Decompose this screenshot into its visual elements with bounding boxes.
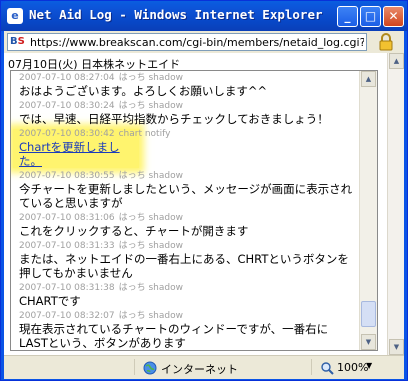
log-entry-timestamp: 2007-07-10 08:32:07 [19,311,115,321]
log-entry-meta: 2007-07-10 08:30:42 chart notify [19,129,170,140]
title-bar[interactable]: e Net Aid Log - Windows Internet Explore… [1,1,407,31]
log-entry-meta: 2007-07-10 08:27:04 はっち shadow [19,73,355,84]
log-entry-author: chart notify [118,129,171,139]
page-scrollbar[interactable]: ▲ ▼ [387,53,404,355]
log-entry: 2007-07-10 08:31:38 はっち shadow CHARTです [19,283,355,308]
log-entry-message: CHARTです [19,294,81,308]
page-scroll-up-icon[interactable]: ▲ [389,53,404,69]
log-entry-timestamp: 2007-07-10 08:27:04 [19,73,115,83]
log-entry-author: はっち shadow [118,241,183,251]
log-entry-message: 現在表示されているチャートのウィンドーですが、一番右にLASTという、ボタンがあ… [19,322,329,350]
log-entry-author: はっち shadow [118,171,183,181]
log-entry-author: はっち shadow [118,73,183,83]
log-entry-meta: 2007-07-10 08:31:06 はっち shadow [19,213,355,224]
url-text[interactable]: https://www.breakscan.com/cgi-bin/member… [30,35,364,50]
address-bar: BS https://www.breakscan.com/cgi-bin/mem… [4,31,404,53]
log-entry-message: おはようございます。よろしくお願いします^^ [19,84,268,98]
site-favicon-icon: BS [10,36,25,47]
page-content: 07月10日(火) 日本株ネットエイド 2007-07-10 08:27:04 は… [4,53,404,355]
browser-window: e Net Aid Log - Windows Internet Explore… [0,0,408,381]
log-entry-author: はっち shadow [118,213,183,223]
log-entry-meta: 2007-07-10 08:30:55 はっち shadow [19,171,355,182]
status-bar: インターネット 100% ▼ [4,355,404,379]
page-scroll-down-icon[interactable]: ▼ [389,339,404,355]
log-entry-timestamp: 2007-07-10 08:31:33 [19,241,115,251]
chat-log-panel: 2007-07-10 08:27:04 はっち shadow おはようございます。よ… [10,70,378,351]
chat-log-list: 2007-07-10 08:27:04 はっち shadow おはようございます。よ… [13,73,355,350]
log-entry-meta: 2007-07-10 08:31:38 はっち shadow [19,283,355,294]
log-entry: 2007-07-10 08:31:06 はっち shadow これをクリックすると、… [19,213,355,238]
security-zone-text: インターネット [161,363,238,376]
log-entry-author: はっち shadow [118,101,183,111]
globe-icon [143,361,157,375]
zoom-magnifier-icon[interactable] [320,361,334,375]
log-entry: 2007-07-10 08:31:33 はっち shadow または、ネットエイドの… [19,241,355,280]
log-entry-message: では、早速、日経平均指数からチェックしておきましょう！ [19,112,329,126]
log-entry-message: または、ネットエイドの一番右上にある、CHRTというボタンを押してもかまいません [19,252,349,280]
log-scrollbar[interactable]: ▲ ▼ [359,71,377,350]
log-entry-timestamp: 2007-07-10 08:30:55 [19,171,115,181]
close-button[interactable]: ✕ [383,6,404,27]
status-divider [311,359,312,375]
log-entry-meta: 2007-07-10 08:31:33 はっち shadow [19,241,355,252]
minimize-button[interactable]: _ [337,6,358,27]
zoom-dropdown-icon[interactable]: ▼ [366,361,372,370]
log-entry: 2007-07-10 08:27:04 はっち shadow おはようございます。よ… [19,73,355,98]
log-entry: 2007-07-10 08:30:24 はっち shadow では、早速、日経平均指… [19,101,355,126]
log-entry-author: はっち shadow [118,283,183,293]
log-entry-timestamp: 2007-07-10 08:31:38 [19,283,115,293]
chart-update-link[interactable]: Chartを更新しました。 [19,140,139,168]
log-entry: 2007-07-10 08:32:07 はっち shadow 現在表示されているチャ… [19,311,355,350]
internet-explorer-icon: e [7,8,23,24]
log-entry-message: これをクリックすると、チャートが開きます [19,224,249,238]
zoom-level[interactable]: 100% [337,361,368,374]
maximize-button[interactable]: □ [360,6,381,27]
scroll-thumb[interactable] [361,301,376,327]
log-entry: 2007-07-10 08:30:55 はっち shadow 今チャートを更新しまし… [19,171,355,210]
log-entry-meta: 2007-07-10 08:30:24 はっち shadow [19,101,355,112]
window-title: Net Aid Log - Windows Internet Explorer [29,7,323,22]
log-entry-timestamp: 2007-07-10 08:30:42 [19,129,115,139]
log-entry-timestamp: 2007-07-10 08:31:06 [19,213,115,223]
scroll-up-icon[interactable]: ▲ [361,71,376,87]
status-divider [134,359,135,375]
log-entry: 2007-07-10 08:30:42 chart notify Chartを更新し… [13,129,170,168]
log-entry-timestamp: 2007-07-10 08:30:24 [19,101,115,111]
lock-icon[interactable] [376,32,396,52]
address-field[interactable]: BS https://www.breakscan.com/cgi-bin/mem… [7,33,367,51]
log-entry-message: 今チャートを更新しましたという、メッセージが画面に表示されていると思いますが [19,182,353,210]
scroll-down-icon[interactable]: ▼ [361,334,376,350]
log-entry-author: はっち shadow [118,311,183,321]
log-entry-meta: 2007-07-10 08:32:07 はっち shadow [19,311,355,322]
